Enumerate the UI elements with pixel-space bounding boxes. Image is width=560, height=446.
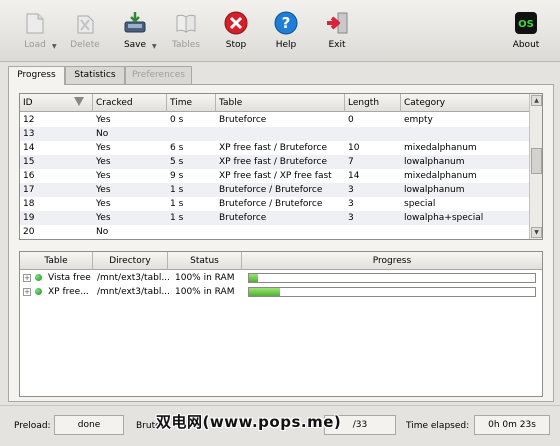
tables-icon [176,14,196,33]
results-scrollbar[interactable]: ▲ ▼ [529,94,542,239]
ophcrack-logo-icon: OS [515,12,537,34]
tab-statistics[interactable]: Statistics [65,66,125,84]
delete-label: Delete [70,40,100,50]
progress-fill [249,288,281,296]
expand-icon[interactable]: + [23,288,31,296]
column-header-id[interactable]: ID [20,94,93,112]
expand-icon[interactable]: + [23,274,31,282]
load-dropdown-icon[interactable]: ▼ [52,43,57,50]
exit-icon [327,12,348,34]
table-row[interactable]: 14 Yes 6 s XP free fast / Bruteforce 10 mixed… [20,141,530,155]
watermark-text: 双电网(www.pops.me) [156,413,342,431]
table-progress-bar [248,273,536,283]
table-row[interactable]: + Vista free /mnt/ext3/tabl... 100% in R… [20,271,542,285]
help-icon: ? [274,11,298,35]
status-dot-icon [35,274,42,281]
table-row[interactable]: 12 Yes 0 s Bruteforce 0 empty [20,113,530,127]
delete-icon [77,15,94,34]
table-row[interactable]: 19 Yes 1 s Bruteforce 3 lowalpha+special [20,211,530,225]
scroll-thumb[interactable] [531,148,542,174]
column-header-table[interactable]: Table [216,94,345,112]
tab-preferences[interactable]: Preferences [125,66,192,84]
status-dot-icon [35,288,42,295]
elapsed-value: 0h 0m 23s [474,415,550,435]
svg-text:OS: OS [518,19,534,30]
load-icon [26,13,44,34]
table-row[interactable]: 13 No [20,127,530,141]
column-header-length[interactable]: Length [345,94,401,112]
column-header-progress[interactable]: Progress [242,252,542,270]
progress-fill [249,274,258,282]
column-header-time[interactable]: Time [167,94,216,112]
tables-list[interactable]: Table Directory Status Progress + Vista … [19,251,543,397]
tables-button[interactable]: Tables [161,10,211,58]
results-table-header: ID Cracked Time Table Length Category [20,94,530,112]
preload-value: done [54,415,124,435]
svg-text:?: ? [282,14,291,32]
about-button[interactable]: OS About [501,10,551,58]
column-header-table[interactable]: Table [20,252,93,270]
scroll-up-icon[interactable]: ▲ [531,95,542,106]
table-row[interactable]: 15 Yes 5 s XP free fast / Bruteforce 7 lowalp… [20,155,530,169]
save-icon [124,12,146,33]
table-row[interactable]: 17 Yes 1 s Bruteforce / Bruteforce 3 lowalpha… [20,183,530,197]
table-row[interactable]: 16 Yes 9 s XP free fast / XP free fast 14 mix… [20,169,530,183]
help-label: Help [275,40,297,50]
about-label: About [512,40,540,50]
column-header-directory[interactable]: Directory [93,252,168,270]
elapsed-label: Time elapsed: [406,421,470,431]
stop-icon [224,11,248,35]
scroll-down-icon[interactable]: ▼ [531,227,542,238]
delete-button[interactable]: Delete [60,10,110,58]
stop-label: Stop [225,40,247,50]
toolbar: Load ▼ Delete Save ▼ Tables Stop ? Help … [0,0,560,62]
tables-list-header: Table Directory Status Progress [20,252,542,270]
tables-label: Tables [172,40,200,50]
column-header-cracked[interactable]: Cracked [93,94,167,112]
help-button[interactable]: ? Help [261,10,311,58]
exit-label: Exit [328,40,346,50]
column-header-category[interactable]: Category [401,94,530,112]
table-row[interactable]: 18 Yes 1 s Bruteforce / Bruteforce 3 special [20,197,530,211]
save-dropdown-icon[interactable]: ▼ [152,43,157,50]
results-rows: 12 Yes 0 s Bruteforce 0 empty 13 No 14 Yes 6 s XP… [20,113,530,239]
table-row[interactable]: + XP free... /mnt/ext3/tabl... 100% in R… [20,285,542,299]
column-header-status[interactable]: Status [168,252,242,270]
save-button[interactable]: Save [110,10,160,58]
table-progress-bar [248,287,536,297]
load-button[interactable]: Load [10,10,60,58]
tables-rows: + Vista free /mnt/ext3/tabl... 100% in R… [20,271,542,299]
table-row[interactable]: 20 No [20,225,530,239]
preload-label: Preload: [14,421,51,431]
exit-button[interactable]: Exit [312,10,362,58]
sort-descending-icon [74,97,84,106]
results-table[interactable]: ID Cracked Time Table Length Category 12… [19,93,543,240]
stop-button[interactable]: Stop [211,10,261,58]
tab-progress[interactable]: Progress [8,66,65,85]
